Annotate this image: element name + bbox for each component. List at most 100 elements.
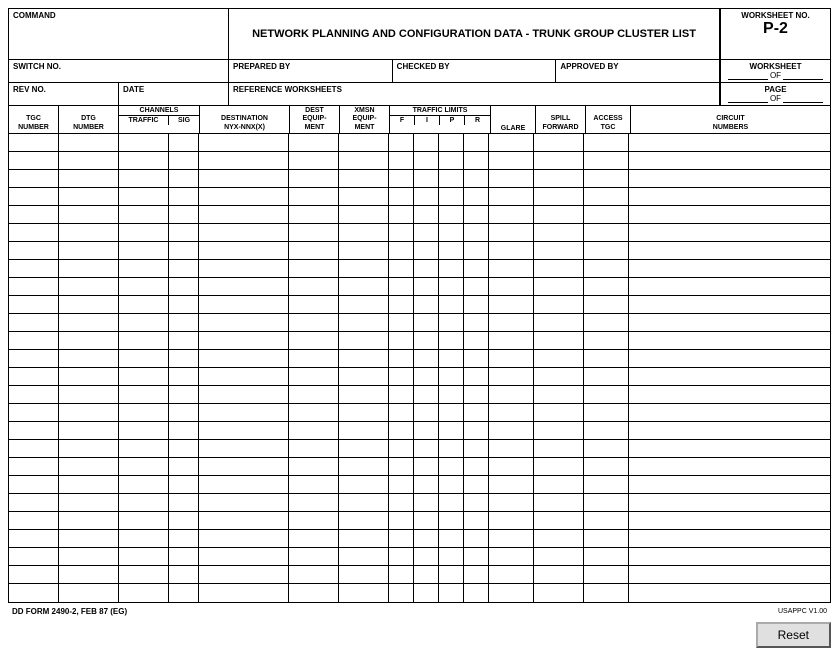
page-label: PAGE — [725, 85, 826, 94]
cell-tl-i — [414, 332, 439, 349]
cell-tl-f — [389, 440, 414, 457]
cell-destination — [199, 296, 289, 313]
table-row — [9, 494, 830, 512]
reset-button[interactable]: Reset — [756, 622, 831, 648]
table-row — [9, 188, 830, 206]
cell-xmsn-equip — [339, 530, 389, 547]
cell-traffic — [119, 440, 169, 457]
cell-dtg — [59, 458, 119, 475]
cell-tl-r — [464, 494, 489, 511]
approved-by-box: APPROVED BY — [556, 60, 720, 82]
cell-traffic — [119, 494, 169, 511]
cell-spill-forward — [534, 296, 584, 313]
cell-sig — [169, 494, 199, 511]
command-box: COMMAND — [9, 9, 229, 59]
cell-tl-r — [464, 188, 489, 205]
cell-traffic — [119, 530, 169, 547]
cell-access-tgc — [584, 314, 629, 331]
cell-dest-equip — [289, 494, 339, 511]
cell-tl-p — [439, 422, 464, 439]
cell-destination — [199, 476, 289, 493]
form-version: USAPPC V1.00 — [778, 608, 827, 615]
cell-tl-f — [389, 350, 414, 367]
cell-tgc — [9, 440, 59, 457]
cell-sig — [169, 242, 199, 259]
cell-tl-r — [464, 224, 489, 241]
table-row — [9, 512, 830, 530]
cell-spill-forward — [534, 224, 584, 241]
cell-dtg — [59, 512, 119, 529]
col-header-tl-f: F — [390, 116, 415, 125]
worksheet-of-label: OF — [725, 71, 826, 80]
cell-tgc — [9, 260, 59, 277]
cell-access-tgc — [584, 278, 629, 295]
switch-no-label: SWITCH NO. — [13, 62, 224, 71]
cell-glare — [489, 296, 534, 313]
cell-tl-f — [389, 170, 414, 187]
cell-circuit-numbers — [629, 332, 830, 349]
cell-glare — [489, 278, 534, 295]
cell-tl-i — [414, 404, 439, 421]
cell-tl-r — [464, 170, 489, 187]
cell-traffic — [119, 242, 169, 259]
cell-tl-p — [439, 170, 464, 187]
cell-xmsn-equip — [339, 548, 389, 565]
cell-destination — [199, 314, 289, 331]
cell-glare — [489, 566, 534, 583]
cell-circuit-numbers — [629, 530, 830, 547]
cell-traffic — [119, 206, 169, 223]
cell-glare — [489, 170, 534, 187]
col-header-circuit-numbers: CIRCUITNUMBERS — [631, 106, 830, 133]
cell-dest-equip — [289, 152, 339, 169]
cell-circuit-numbers — [629, 314, 830, 331]
col-header-traffic-limits-label: TRAFFIC LIMITS — [390, 106, 490, 116]
col-header-traffic-limits-group: TRAFFIC LIMITS F I P R — [390, 106, 491, 133]
cell-xmsn-equip — [339, 188, 389, 205]
cell-dtg — [59, 188, 119, 205]
cell-sig — [169, 224, 199, 241]
cell-destination — [199, 368, 289, 385]
cell-circuit-numbers — [629, 152, 830, 169]
cell-xmsn-equip — [339, 134, 389, 151]
cell-tl-p — [439, 530, 464, 547]
cell-xmsn-equip — [339, 296, 389, 313]
cell-traffic — [119, 188, 169, 205]
table-row — [9, 242, 830, 260]
table-row — [9, 206, 830, 224]
cell-tl-r — [464, 296, 489, 313]
cell-tl-p — [439, 260, 464, 277]
cell-traffic — [119, 224, 169, 241]
cell-xmsn-equip — [339, 170, 389, 187]
cell-dest-equip — [289, 512, 339, 529]
cell-xmsn-equip — [339, 206, 389, 223]
col-header-glare: GLARE — [491, 106, 536, 133]
cell-circuit-numbers — [629, 512, 830, 529]
cell-tl-r — [464, 152, 489, 169]
cell-traffic — [119, 548, 169, 565]
cell-destination — [199, 350, 289, 367]
cell-destination — [199, 332, 289, 349]
cell-tl-f — [389, 494, 414, 511]
cell-spill-forward — [534, 134, 584, 151]
cell-dtg — [59, 566, 119, 583]
cell-tl-p — [439, 440, 464, 457]
cell-tl-p — [439, 404, 464, 421]
page-box: PAGE OF — [720, 83, 830, 105]
rev-no-box: REV NO. — [9, 83, 119, 105]
cell-access-tgc — [584, 566, 629, 583]
col-header-tl-sub: F I P R — [390, 116, 490, 125]
reference-ws-box: REFERENCE WORKSHEETS — [229, 83, 720, 105]
cell-access-tgc — [584, 170, 629, 187]
cell-tl-f — [389, 278, 414, 295]
cell-glare — [489, 584, 534, 602]
cell-glare — [489, 368, 534, 385]
cell-access-tgc — [584, 242, 629, 259]
cell-access-tgc — [584, 404, 629, 421]
cell-traffic — [119, 134, 169, 151]
cell-tl-i — [414, 512, 439, 529]
cell-tl-r — [464, 476, 489, 493]
switch-no-box: SWITCH NO. — [9, 60, 229, 82]
cell-spill-forward — [534, 188, 584, 205]
cell-tgc — [9, 494, 59, 511]
cell-xmsn-equip — [339, 350, 389, 367]
